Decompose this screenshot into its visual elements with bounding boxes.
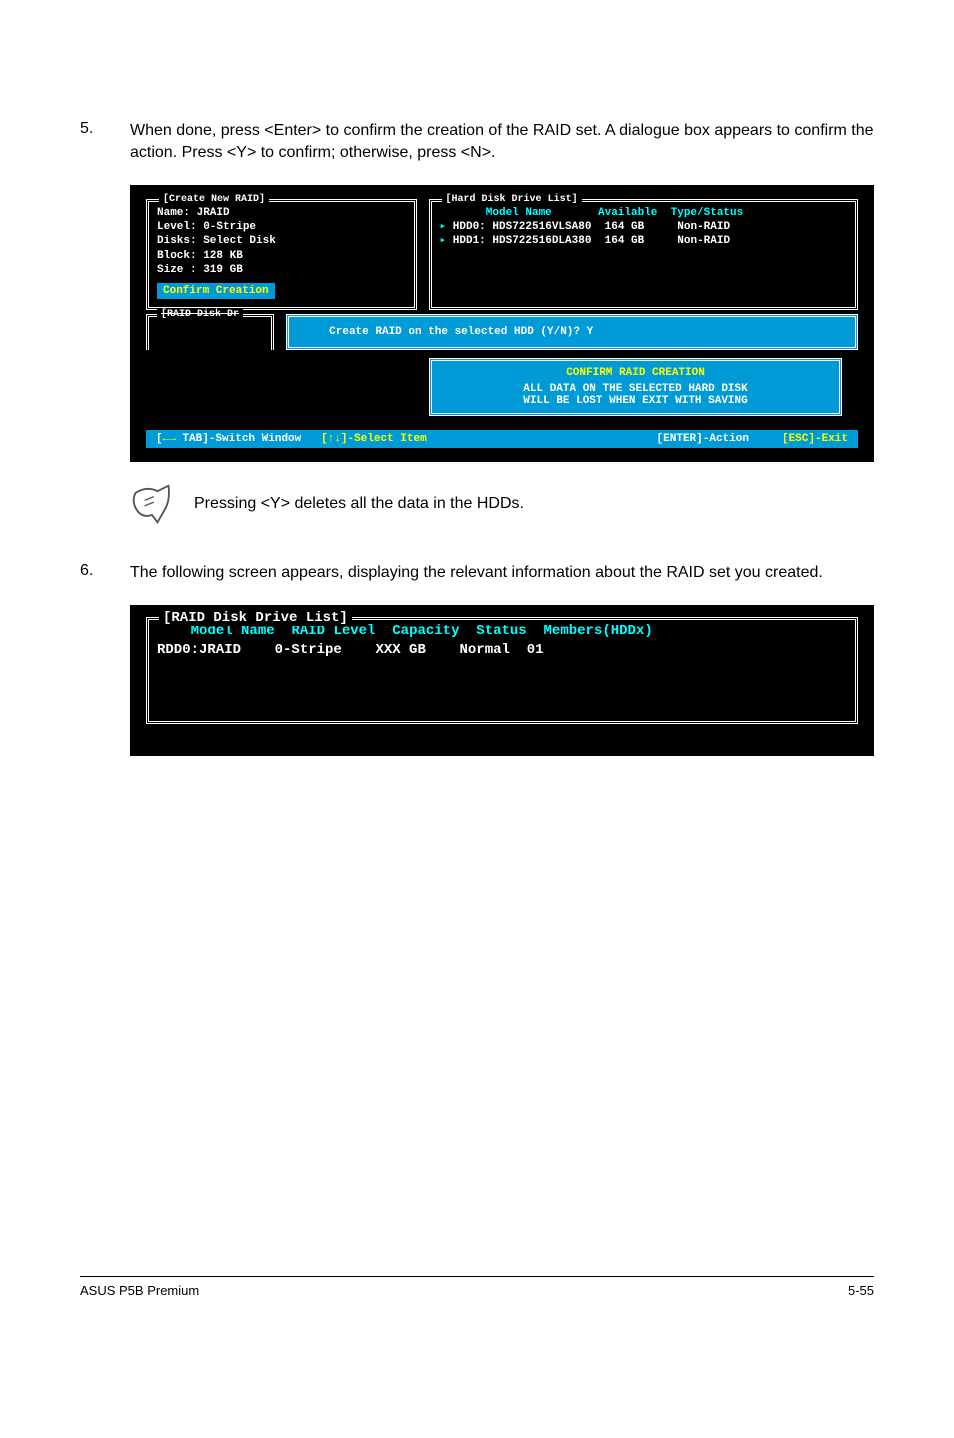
note-icon <box>130 482 174 526</box>
table-header: Model Name Available Type/Status <box>440 206 847 220</box>
step-text: When done, press <Enter> to confirm the … <box>130 120 874 165</box>
field-name: Name: JRAID <box>157 206 406 220</box>
create-new-raid-box: [Create New RAID] Name: JRAID Level: 0-S… <box>146 199 417 310</box>
page-footer: ASUS P5B Premium 5-55 <box>80 1276 874 1298</box>
field-block: Block: 128 KB <box>157 249 406 263</box>
field-level: Level: 0-Stripe <box>157 220 406 234</box>
step-text: The following screen appears, displaying… <box>130 562 823 584</box>
table-row: ▸ HDD0: HDS722516VLSA80 164 GB Non-RAID <box>440 220 847 234</box>
table-row: RDD0:JRAID 0-Stripe XXX GB Normal 01 <box>157 641 847 661</box>
step-6: 6. The following screen appears, display… <box>80 562 874 584</box>
field-disks: Disks: Select Disk <box>157 234 406 248</box>
warning-line: WILL BE LOST WHEN EXIT WITH SAVING <box>442 395 829 407</box>
confirm-warning-box: CONFIRM RAID CREATION ALL DATA ON THE SE… <box>429 358 842 416</box>
hard-disk-drive-list-box: [Hard Disk Drive List] Model Name Availa… <box>429 199 858 310</box>
note-row: Pressing <Y> deletes all the data in the… <box>130 482 874 526</box>
note-text: Pressing <Y> deletes all the data in the… <box>194 495 524 513</box>
field-size: Size : 319 GB <box>157 263 406 277</box>
create-raid-prompt: Create RAID on the selected HDD (Y/N)? Y <box>286 314 858 350</box>
bios-footer-bar: [←→ TAB]-Switch Window [↑↓]-Select Item … <box>146 430 858 448</box>
bios-screenshot-1: [Create New RAID] Name: JRAID Level: 0-S… <box>130 185 874 462</box>
confirm-creation-label: Confirm Creation <box>157 283 275 299</box>
table-row: ▸ HDD1: HDS722516DLA380 164 GB Non-RAID <box>440 234 847 248</box>
box-title: [Hard Disk Drive List] <box>442 194 582 205</box>
box-title: [Create New RAID] <box>159 194 269 205</box>
step-number: 6. <box>80 562 130 584</box>
warning-line: ALL DATA ON THE SELECTED HARD DISK <box>442 383 829 395</box>
bios-screenshot-2: [RAID Disk Drive List] Model Name RAID L… <box>130 605 874 756</box>
box-title: [RAID Disk Drive List] <box>159 610 352 626</box>
raid-disk-partial-box: [RAID Disk Dr <box>146 314 274 350</box>
step-number: 5. <box>80 120 130 165</box>
footer-left: ASUS P5B Premium <box>80 1283 199 1298</box>
footer-right: 5-55 <box>848 1283 874 1298</box>
warning-title: CONFIRM RAID CREATION <box>442 367 829 379</box>
box-title-truncated: [RAID Disk Dr <box>157 309 243 320</box>
step-5: 5. When done, press <Enter> to confirm t… <box>80 120 874 165</box>
